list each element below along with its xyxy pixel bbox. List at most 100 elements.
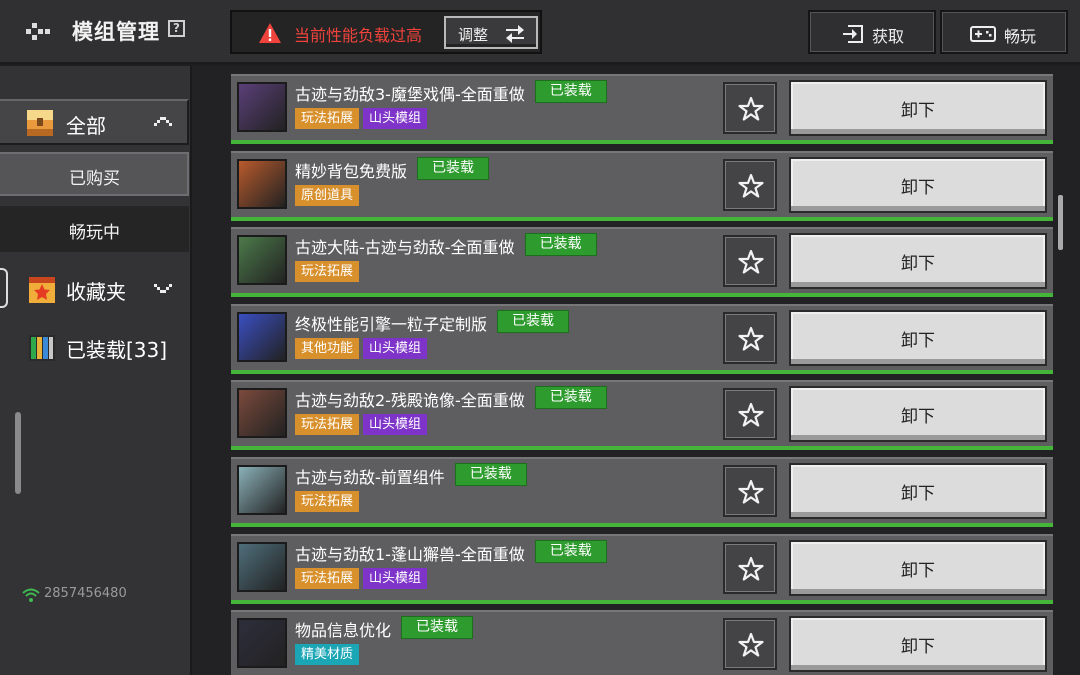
mod-tag: 山头模组	[363, 108, 428, 129]
mod-row[interactable]: 古迹大陆-古迹与劲敌-全面重做 已装载 玩法拓展 卸下	[231, 227, 1053, 294]
favorite-button[interactable]	[723, 158, 777, 211]
mod-tag: 山头模组	[363, 567, 428, 589]
mod-tags: 玩法拓展 山头模组	[295, 414, 428, 436]
unload-label: 卸下	[901, 101, 935, 121]
mod-name: 古迹与劲敌1-蓬山獬兽-全面重做	[295, 544, 525, 564]
mod-tags: 原创道具	[295, 184, 360, 206]
adjust-button[interactable]: 调整	[444, 16, 538, 49]
back-icon[interactable]	[24, 17, 52, 45]
mod-name: 物品信息优化	[295, 621, 392, 641]
chevron-down-icon	[154, 284, 172, 293]
mod-tag: 其他功能	[295, 337, 360, 359]
mod-thumbnail	[237, 465, 287, 515]
mod-name: 终极性能引擎一粒子定制版	[295, 314, 488, 334]
unload-label: 卸下	[901, 637, 935, 658]
sidebar-item-playing[interactable]: 畅玩中	[0, 206, 189, 252]
star-icon	[738, 96, 764, 121]
mod-thumbnail	[237, 158, 287, 209]
mod-row[interactable]: 古迹与劲敌1-蓬山獬兽-全面重做 已装载 玩法拓展 山头模组 卸下	[231, 533, 1053, 600]
mod-tags: 玩法拓展 山头模组	[295, 567, 428, 589]
unload-label: 卸下	[901, 254, 935, 275]
mod-row[interactable]: 古迹与劲敌2-残殿诡像-全面重做 已装载 玩法拓展 山头模组 卸下	[231, 380, 1053, 447]
loaded-badge: 已装载	[401, 616, 474, 640]
sidebar-item-favorites[interactable]: 收藏夹	[0, 266, 189, 312]
loaded-badge: 已装载	[534, 539, 607, 563]
sidebar-item-label: 畅玩中	[69, 223, 120, 243]
chest-icon	[27, 110, 53, 136]
unload-button[interactable]: 卸下	[789, 616, 1047, 673]
mod-name: 古迹与劲敌3-魔堡戏偶-全面重做	[295, 85, 525, 104]
unload-button[interactable]: 卸下	[789, 539, 1047, 596]
user-id: 2857456480	[44, 586, 127, 601]
mod-tag: 山头模组	[363, 337, 428, 359]
mod-thumbnail	[237, 388, 287, 439]
chevron-up-icon	[154, 117, 172, 126]
loaded-badge: 已装载	[417, 156, 490, 180]
mod-row[interactable]: 物品信息优化 已装载 精美材质 卸下	[231, 610, 1053, 675]
mod-name: 精妙背包免费版	[295, 161, 408, 181]
bookshelf-icon	[29, 335, 55, 361]
wifi-icon	[22, 588, 40, 602]
collapse-tab[interactable]	[0, 268, 8, 308]
loaded-badge: 已装载	[497, 309, 570, 333]
help-icon[interactable]: ?	[168, 20, 185, 37]
mod-name: 古迹大陆-古迹与劲敌-全面重做	[295, 238, 515, 258]
warning-icon	[259, 23, 281, 43]
mod-row[interactable]: 精妙背包免费版 已装载 原创道具 卸下	[231, 150, 1053, 217]
star-icon	[738, 479, 764, 504]
unload-label: 卸下	[901, 560, 935, 581]
sidebar-scrollbar[interactable]	[15, 412, 21, 494]
favorite-button[interactable]	[723, 618, 777, 671]
loaded-badge: 已装载	[534, 80, 607, 103]
loaded-badge: 已装载	[534, 386, 607, 410]
sidebar-item-all[interactable]: 全部	[0, 99, 189, 145]
mod-tag: 精美材质	[295, 644, 360, 666]
play-label: 畅玩	[1004, 27, 1037, 46]
mod-tag: 山头模组	[363, 414, 428, 436]
favorite-button[interactable]	[723, 388, 777, 441]
top-bar: 模组管理 ? 当前性能负载过高 调整 获取 畅玩	[0, 0, 1080, 64]
star-icon	[738, 250, 764, 274]
mod-thumbnail	[237, 541, 287, 592]
mod-row[interactable]: 古迹与劲敌-前置组件 已装载 玩法拓展 卸下	[231, 457, 1053, 523]
get-label: 获取	[872, 27, 905, 46]
mod-name: 古迹与劲敌2-残殿诡像-全面重做	[295, 391, 525, 411]
sidebar-item-label: 收藏夹	[66, 280, 126, 304]
unload-button[interactable]: 卸下	[789, 386, 1047, 443]
unload-label: 卸下	[901, 407, 935, 428]
get-button[interactable]: 获取	[808, 10, 936, 54]
favorite-button[interactable]	[723, 82, 777, 134]
star-icon	[738, 556, 764, 581]
mod-tag: 玩法拓展	[295, 108, 360, 129]
unload-label: 卸下	[901, 177, 935, 198]
unload-button[interactable]: 卸下	[789, 156, 1047, 213]
unload-button[interactable]: 卸下	[789, 309, 1047, 366]
favorite-button[interactable]	[723, 235, 777, 288]
star-icon	[738, 326, 764, 351]
favorite-button[interactable]	[723, 541, 777, 594]
mod-thumbnail	[237, 311, 287, 362]
sidebar-item-loaded[interactable]: 已装载[33]	[0, 324, 189, 370]
mod-tags: 其他功能 山头模组	[295, 337, 428, 359]
mod-row[interactable]: 终极性能引擎一粒子定制版 已装载 其他功能 山头模组 卸下	[231, 303, 1053, 370]
mod-tags: 玩法拓展 山头模组	[295, 108, 428, 129]
sidebar-item-bought[interactable]: 已购买	[0, 152, 189, 196]
mod-row[interactable]: 古迹与劲敌3-魔堡戏偶-全面重做 已装载 玩法拓展 山头模组 卸下	[231, 74, 1053, 140]
loaded-badge: 已装载	[524, 233, 597, 257]
mod-name: 古迹与劲敌-前置组件	[295, 468, 445, 487]
sidebar-item-label: 已装载[33]	[66, 338, 168, 362]
favorite-button[interactable]	[723, 465, 777, 517]
mod-thumbnail	[237, 618, 287, 669]
mod-thumbnail	[237, 82, 287, 132]
page-title: 模组管理	[72, 20, 160, 44]
mod-tag: 玩法拓展	[295, 414, 360, 436]
play-button[interactable]: 畅玩	[940, 10, 1068, 54]
unload-button[interactable]: 卸下	[789, 463, 1047, 519]
warning-text: 当前性能负载过高	[294, 26, 423, 45]
list-scrollbar[interactable]	[1058, 195, 1063, 250]
unload-label: 卸下	[901, 484, 935, 504]
unload-button[interactable]: 卸下	[789, 233, 1047, 290]
unload-label: 卸下	[901, 330, 935, 351]
unload-button[interactable]: 卸下	[789, 80, 1047, 136]
favorite-button[interactable]	[723, 311, 777, 364]
